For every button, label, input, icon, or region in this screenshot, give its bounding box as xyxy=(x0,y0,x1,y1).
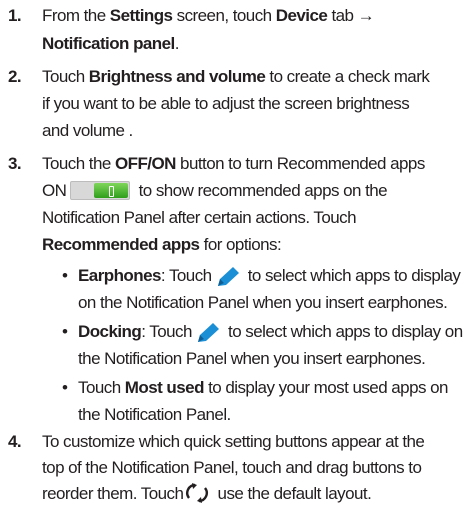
step-number: 1. xyxy=(8,6,22,25)
text-line: • Touch Most used to display your most us… xyxy=(62,378,448,397)
text-line: Touch Brightness and volume to create a … xyxy=(42,67,430,86)
text-line: top of the Notification Panel, touch and… xyxy=(42,458,422,477)
step-number: 2. xyxy=(8,67,22,86)
text-line: and volume . xyxy=(42,121,133,140)
toggle-on-icon xyxy=(70,181,131,200)
pencil-icon xyxy=(217,267,239,286)
instruction-page: 1. From the Settings screen, touch Devic… xyxy=(0,0,474,508)
text-line: on the Notification Panel when you inser… xyxy=(78,293,448,312)
text-line: Notification panel. xyxy=(42,34,179,53)
text-line: Touch the OFF/ON button to turn Recommen… xyxy=(42,154,425,173)
text-line: From the Settings screen, touch Device t… xyxy=(42,6,375,25)
text-line: the Notification Panel. xyxy=(78,405,231,424)
text-line: To customize which quick setting buttons… xyxy=(42,432,425,451)
text-line: • Docking: Touch to select which apps to … xyxy=(62,322,463,342)
refresh-icon xyxy=(186,483,209,503)
text-line: the Notification Panel when you insert e… xyxy=(78,349,426,368)
text-line: • Earphones: Touch to select which apps t… xyxy=(62,266,461,286)
text-line: Recommended apps for options: xyxy=(42,235,282,254)
step-number: 4. xyxy=(8,432,22,451)
text-line: reorder them. Touch use the default layo… xyxy=(42,483,372,503)
step-number: 3. xyxy=(8,154,22,173)
text-line: Notification Panel after certain actions… xyxy=(42,208,357,227)
pencil-icon xyxy=(197,323,219,342)
text-line: if you want to be able to adjust the scr… xyxy=(42,94,410,113)
text-line: ON to show recommended apps on the xyxy=(42,181,388,200)
